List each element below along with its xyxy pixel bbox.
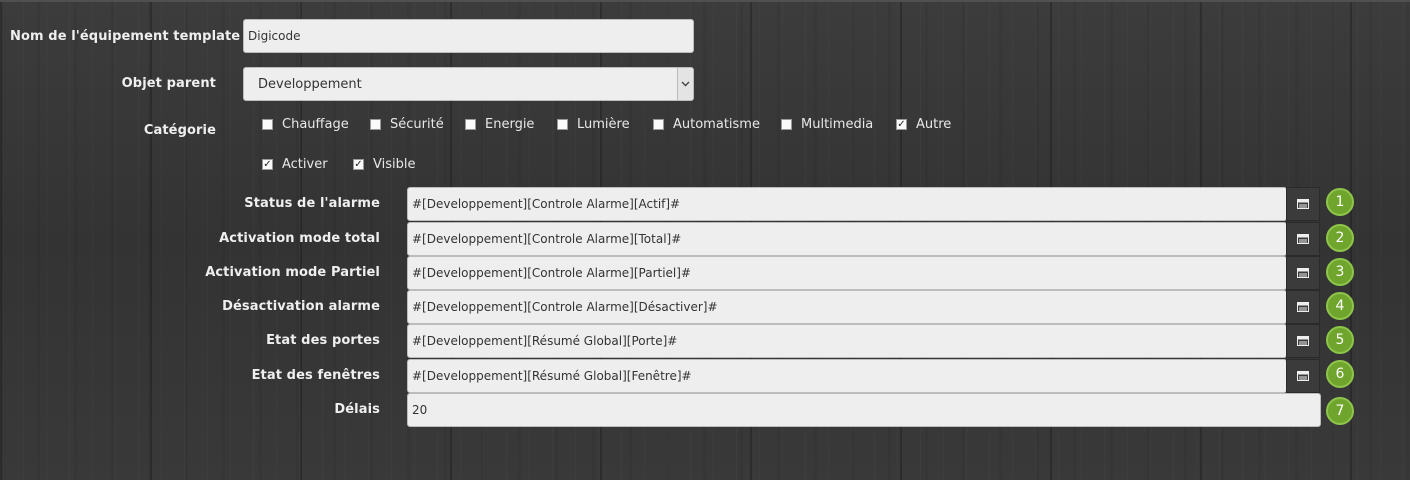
param-label-deactivate: Désactivation alarme: [222, 299, 380, 314]
param-input-doors[interactable]: #[Developpement][Résumé Global][Porte]#: [407, 324, 1287, 358]
param-input-partial-mode[interactable]: #[Developpement][Controle Alarme][Partie…: [407, 256, 1287, 290]
param-label-windows: Etat des fenêtres: [251, 368, 380, 383]
param-label-total-mode: Activation mode total: [219, 231, 380, 246]
step-badge-6: 6: [1326, 360, 1354, 388]
checkbox-box[interactable]: [465, 119, 476, 130]
param-value: #[Developpement][Controle Alarme][Actif]…: [412, 197, 681, 211]
param-label-alarm-status: Status de l'alarme: [244, 196, 380, 211]
list-icon: [1297, 336, 1309, 346]
select-command-button[interactable]: [1286, 359, 1320, 393]
select-command-button[interactable]: [1286, 256, 1320, 290]
checkbox-label: Activer: [282, 157, 328, 172]
param-input-deactivate[interactable]: #[Developpement][Controle Alarme][Désact…: [407, 290, 1287, 324]
checkbox-box[interactable]: [557, 119, 568, 130]
step-badge-7: 7: [1326, 397, 1354, 425]
param-value: #[Developpement][Controle Alarme][Total]…: [412, 232, 682, 246]
checkbox-box[interactable]: ✓: [353, 159, 364, 170]
select-command-button[interactable]: [1286, 324, 1320, 358]
checkbox-box[interactable]: [370, 119, 381, 130]
select-command-button[interactable]: [1286, 187, 1320, 221]
parent-object-value: Developpement: [258, 76, 362, 92]
checkbox-label: Multimedia: [801, 117, 874, 132]
list-icon: [1297, 302, 1309, 312]
checkbox-label: Energie: [485, 117, 535, 132]
checkbox-label: Visible: [373, 157, 416, 172]
chevron-down-icon[interactable]: [677, 68, 693, 100]
select-command-button[interactable]: [1286, 222, 1320, 256]
param-input-delay[interactable]: 20: [407, 393, 1321, 427]
param-value: #[Developpement][Résumé Global][Porte]#: [412, 334, 678, 348]
category-checkbox-multimedia[interactable]: Multimedia: [781, 117, 873, 132]
checkbox-label: Sécurité: [390, 117, 444, 132]
category-checkbox-energie[interactable]: Energie: [465, 117, 534, 132]
select-command-button[interactable]: [1286, 290, 1320, 324]
checkbox-box[interactable]: ✓: [896, 119, 907, 130]
param-label-delay: Délais: [334, 402, 380, 417]
category-checkbox-securite[interactable]: Sécurité: [370, 117, 444, 132]
list-icon: [1297, 234, 1309, 244]
list-icon: [1297, 268, 1309, 278]
step-badge-5: 5: [1326, 326, 1354, 354]
param-value: #[Developpement][Controle Alarme][Désact…: [412, 300, 718, 314]
param-label-partial-mode: Activation mode Partiel: [205, 265, 380, 280]
list-icon: [1297, 199, 1309, 209]
checkbox-box[interactable]: ✓: [262, 159, 273, 170]
checkbox-box[interactable]: [262, 119, 273, 130]
param-input-windows[interactable]: #[Developpement][Résumé Global][Fenêtre]…: [407, 359, 1287, 393]
category-checkbox-automatisme[interactable]: Automatisme: [653, 117, 760, 132]
category-checkbox-chauffage[interactable]: Chauffage: [262, 117, 349, 132]
checkbox-label: Chauffage: [282, 117, 349, 132]
checkbox-box[interactable]: [781, 119, 792, 130]
step-badge-4: 4: [1326, 292, 1354, 320]
parent-object-select[interactable]: Developpement: [243, 67, 694, 101]
equipment-name-label: Nom de l'équipement template: [10, 29, 241, 44]
param-input-alarm-status[interactable]: #[Developpement][Controle Alarme][Actif]…: [407, 187, 1287, 221]
category-checkbox-lumiere[interactable]: Lumière: [557, 117, 630, 132]
visible-checkbox[interactable]: ✓ Visible: [353, 157, 415, 172]
param-value: #[Developpement][Controle Alarme][Partie…: [412, 266, 691, 280]
equipment-name-input[interactable]: Digicode: [243, 19, 694, 53]
checkbox-box[interactable]: [653, 119, 664, 130]
checkbox-label: Automatisme: [673, 117, 760, 132]
top-border: [0, 0, 1410, 2]
step-badge-3: 3: [1326, 258, 1354, 286]
parent-object-label: Objet parent: [121, 76, 216, 91]
checkbox-label: Autre: [916, 117, 952, 132]
param-value: 20: [412, 403, 428, 417]
step-badge-2: 2: [1326, 224, 1354, 252]
category-checkbox-autre[interactable]: ✓ Autre: [896, 117, 951, 132]
checkbox-label: Lumière: [577, 117, 630, 132]
activate-checkbox[interactable]: ✓ Activer: [262, 157, 328, 172]
category-label: Catégorie: [143, 123, 216, 138]
step-badge-1: 1: [1326, 188, 1354, 216]
param-value: #[Developpement][Résumé Global][Fenêtre]…: [412, 369, 692, 383]
param-input-total-mode[interactable]: #[Developpement][Controle Alarme][Total]…: [407, 222, 1287, 256]
equipment-name-value: Digicode: [248, 29, 301, 43]
param-label-doors: Etat des portes: [266, 333, 380, 348]
list-icon: [1297, 371, 1309, 381]
